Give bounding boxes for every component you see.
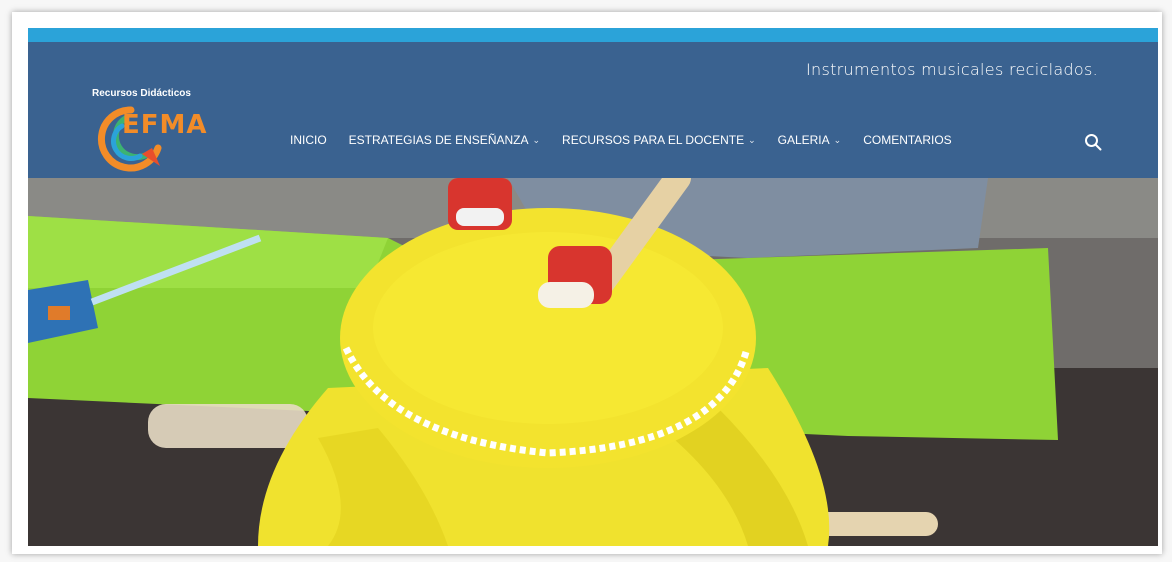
top-accent-bar [28, 28, 1158, 42]
logo-subtitle: Recursos Didácticos [92, 88, 191, 99]
site-tagline: Instrumentos musicales reciclados. [806, 60, 1098, 79]
chevron-down-icon: ⌄ [532, 134, 541, 145]
nav-item-estrategias[interactable]: ESTRATEGIAS DE ENSEÑANZA ⌄ [349, 133, 540, 147]
nav-item-galeria[interactable]: GALERIA ⌄ [778, 133, 842, 147]
page: Instrumentos musicales reciclados. Recur… [28, 28, 1158, 546]
logo-text: EFMA [122, 110, 208, 140]
nav-item-comentarios[interactable]: COMENTARIOS [863, 133, 951, 147]
nav-item-recursos[interactable]: RECURSOS PARA EL DOCENTE ⌄ [562, 133, 756, 147]
browser-frame: Instrumentos musicales reciclados. Recur… [12, 12, 1162, 554]
chevron-down-icon: ⌄ [833, 134, 842, 145]
site-logo[interactable]: Recursos Didácticos EFMA [92, 88, 222, 178]
nav-item-inicio[interactable]: INICIO [290, 133, 327, 147]
nav-item-label: ESTRATEGIAS DE ENSEÑANZA [348, 133, 529, 147]
nav-item-label: GALERIA [777, 133, 830, 147]
search-icon[interactable] [1084, 133, 1102, 151]
site-header: Instrumentos musicales reciclados. Recur… [28, 42, 1158, 178]
nav-item-label: RECURSOS PARA EL DOCENTE [562, 133, 745, 147]
nav-item-label: INICIO [290, 133, 327, 147]
chevron-down-icon: ⌄ [748, 134, 756, 145]
hero-image [28, 178, 1158, 546]
nav-item-label: COMENTARIOS [863, 133, 952, 147]
main-nav: INICIO ESTRATEGIAS DE ENSEÑANZA ⌄ RECURS… [290, 133, 974, 147]
